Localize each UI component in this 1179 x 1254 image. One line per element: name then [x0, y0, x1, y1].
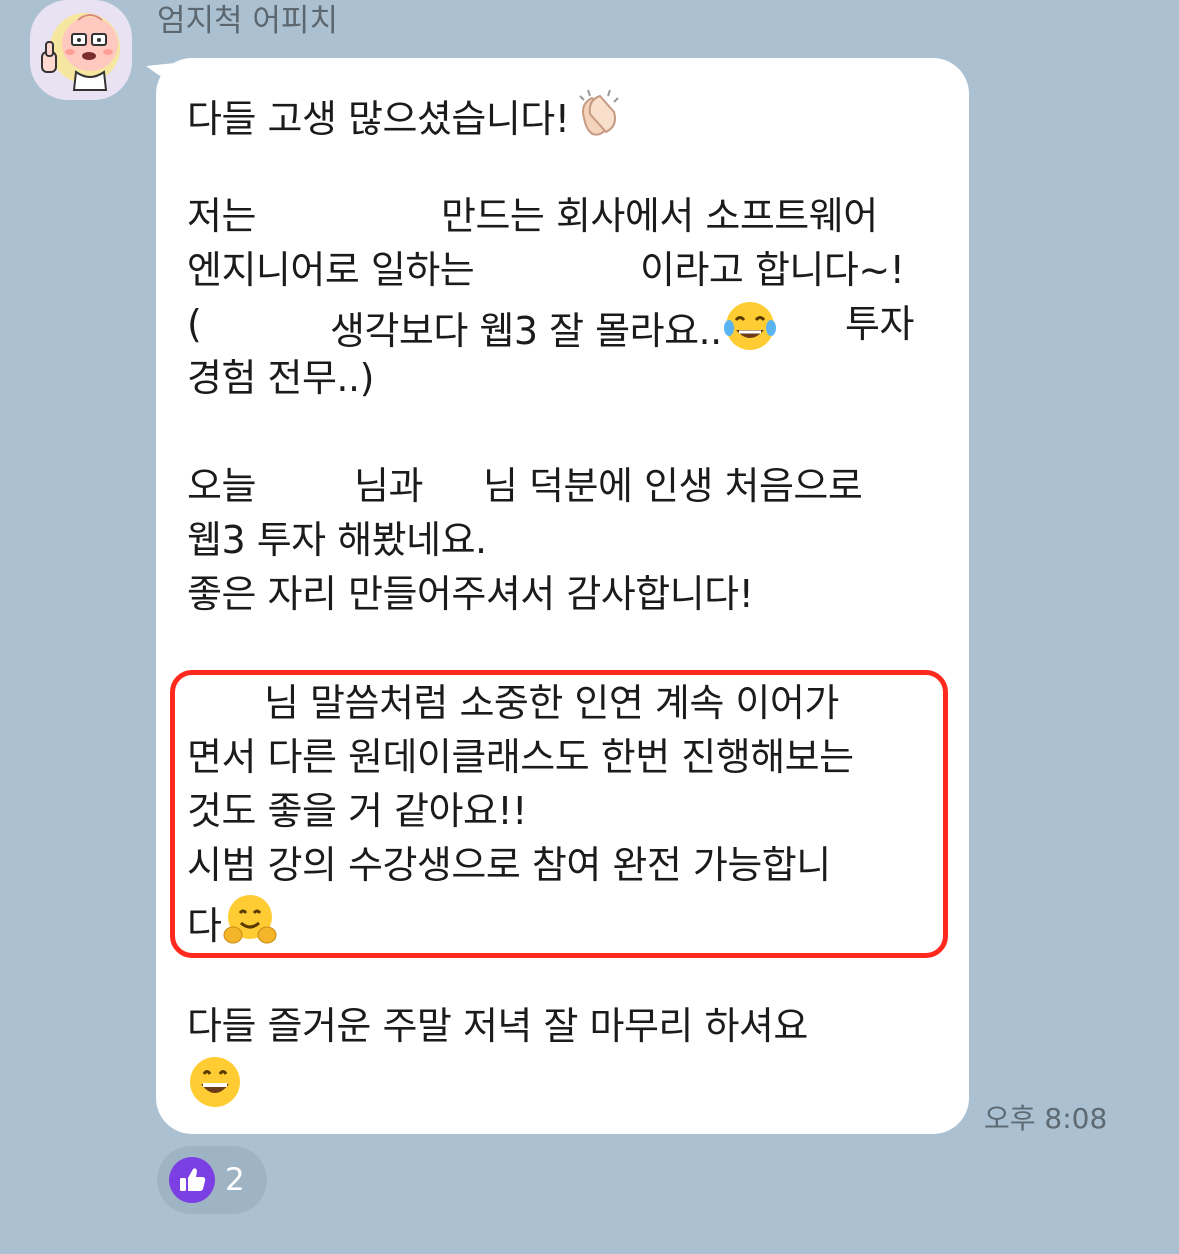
message-timestamp: 오후 8:08 — [984, 1102, 1108, 1135]
thumbs-up-icon — [169, 1157, 215, 1203]
message-line: 다 — [187, 893, 279, 958]
message-line — [187, 1054, 243, 1121]
message-text: 엔지니어로 일하는 — [187, 248, 475, 292]
clapping-hands-icon — [570, 84, 626, 151]
message-text: 시범 강의 수강생으로 참여 완전 가능합니 — [187, 843, 831, 887]
message-text: 면서 다른 원데이클래스도 한번 진행해보는 — [187, 735, 854, 779]
message-line: 투자 — [845, 300, 914, 348]
message-text: 투자 — [845, 302, 914, 346]
message-line: 오늘 — [187, 462, 256, 510]
message-text: 다들 즐거운 주말 저녁 잘 마무리 하셔요 — [187, 1004, 808, 1048]
sender-name: 엄지척 어피치 — [157, 3, 338, 39]
message-line: 다들 고생 많으셨습니다! — [187, 84, 626, 151]
face-with-tears-of-joy-icon — [722, 300, 778, 363]
message-line: ( — [187, 300, 202, 348]
message-text: 생각보다 웹3 잘 몰라요.. — [330, 309, 722, 353]
message-line: 경험 전무..) — [187, 354, 374, 402]
message-text: ( — [187, 302, 202, 346]
message-text: 웹3 투자 해봤네요. — [187, 518, 487, 562]
message-text: 것도 좋을 거 같아요!! — [187, 789, 527, 833]
message-text: 다 — [187, 904, 222, 948]
like-reaction-button[interactable]: 2 — [157, 1146, 267, 1214]
message-line: 님 덕분에 인생 처음으로 — [483, 462, 863, 510]
message-line: 이라고 합니다~! — [640, 246, 905, 294]
apeach-thumbs-up-avatar-icon — [41, 13, 120, 91]
message-line: 웹3 투자 해봤네요. — [187, 516, 487, 564]
message-text: 만드는 회사에서 소프트웨어 — [441, 194, 878, 238]
message-line: 시범 강의 수강생으로 참여 완전 가능합니 — [187, 841, 831, 889]
grinning-face-icon — [187, 1054, 243, 1121]
reaction-count: 2 — [225, 1162, 245, 1198]
message-text: 다들 고생 많으셨습니다! — [187, 97, 570, 141]
message-line: 면서 다른 원데이클래스도 한번 진행해보는 — [187, 733, 854, 781]
message-line: 님과 — [354, 462, 423, 510]
sender-avatar[interactable] — [30, 0, 132, 100]
message-line: 저는 — [187, 192, 256, 240]
message-text: 님 덕분에 인생 처음으로 — [483, 464, 863, 508]
message-line: 것도 좋을 거 같아요!! — [187, 787, 527, 835]
hugging-face-icon — [221, 893, 279, 958]
message-line: 만드는 회사에서 소프트웨어 — [441, 192, 878, 240]
message-line: 좋은 자리 만들어주셔서 감사합니다! — [187, 570, 754, 618]
message-text: 저는 — [187, 194, 256, 238]
message-text: 이라고 합니다~! — [640, 248, 905, 292]
message-text: 님과 — [354, 464, 423, 508]
message-line: 생각보다 웹3 잘 몰라요.. — [330, 300, 778, 363]
message-line: 다들 즐거운 주말 저녁 잘 마무리 하셔요 — [187, 1002, 808, 1050]
message-text: 경험 전무..) — [187, 356, 374, 400]
message-text: 좋은 자리 만들어주셔서 감사합니다! — [187, 572, 754, 616]
message-text: 님 말씀처럼 소중한 인연 계속 이어가 — [264, 681, 839, 725]
message-text: 오늘 — [187, 464, 256, 508]
message-line: 님 말씀처럼 소중한 인연 계속 이어가 — [264, 679, 839, 727]
message-line: 엔지니어로 일하는 — [187, 246, 475, 294]
